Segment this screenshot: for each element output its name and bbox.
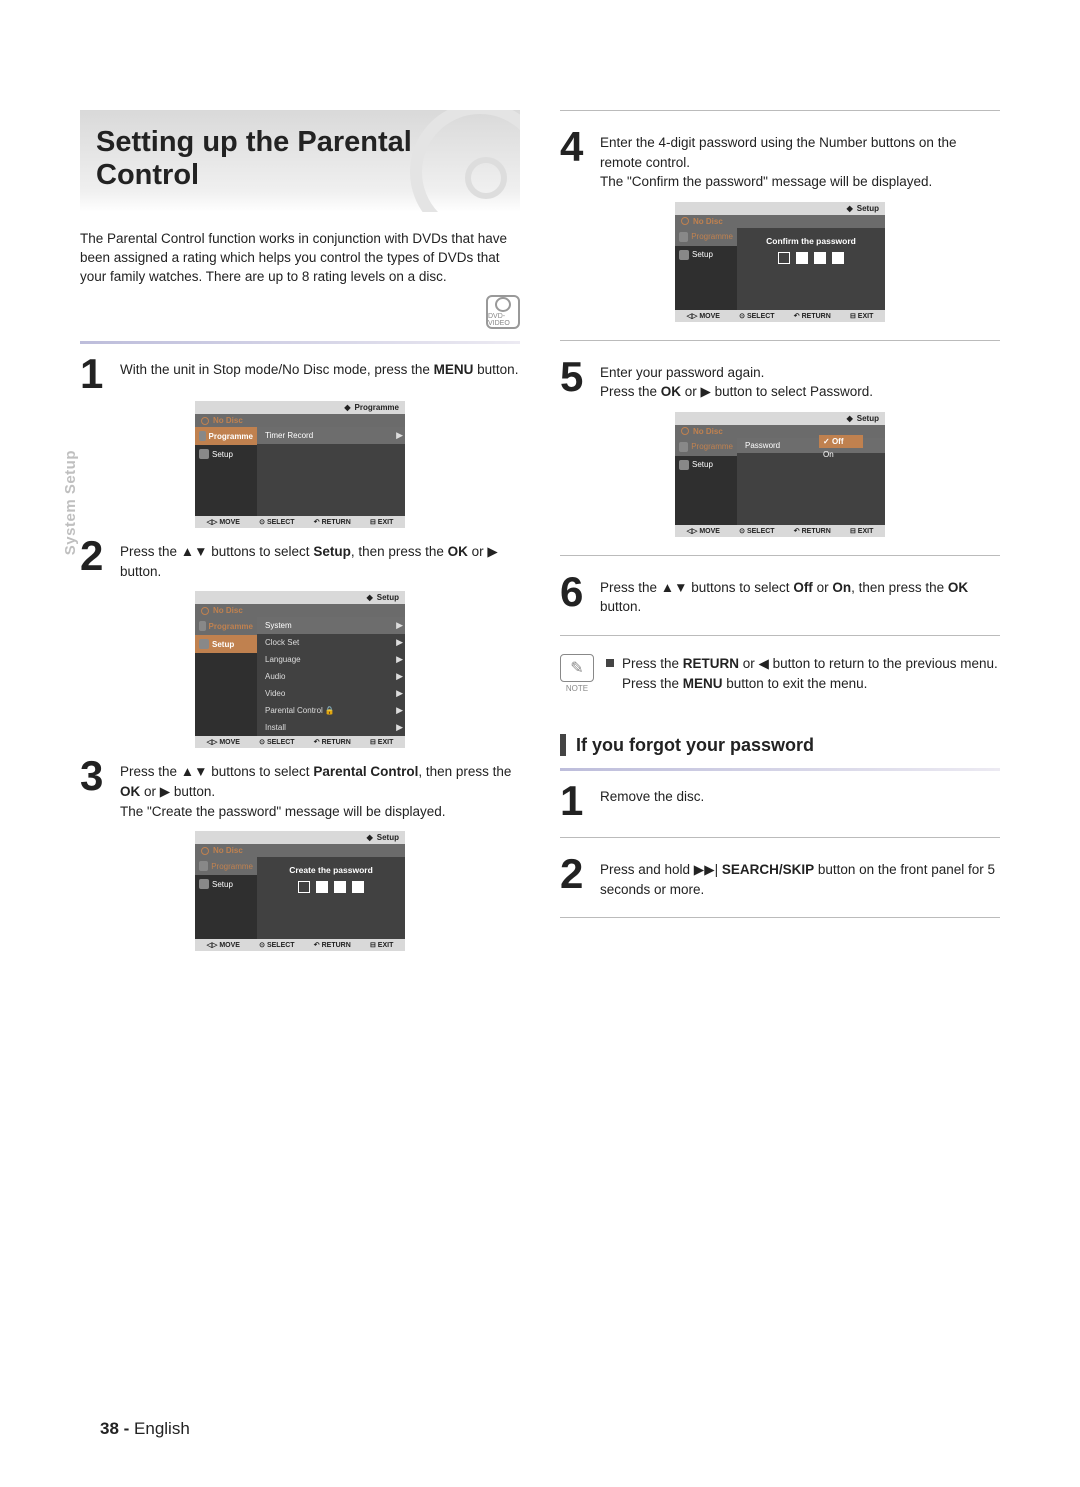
divider: [560, 635, 1000, 636]
two-column-layout: Setting up the Parental Control The Pare…: [80, 110, 1000, 961]
note-icon: ✎: [560, 654, 594, 682]
note-label: NOTE: [560, 684, 594, 693]
osd-list-item: Parental Control🔒▶: [257, 702, 405, 719]
step-body: Enter the 4-digit password using the Num…: [600, 129, 1000, 192]
osd-screenshot-confirm-password: ◆Setup No Disc Programme Setup Confirm t…: [675, 202, 885, 322]
divider: [560, 340, 1000, 341]
step-body: Press the ▲▼ buttons to select Parental …: [120, 758, 520, 821]
right-column: 4 Enter the 4-digit password using the N…: [560, 110, 1000, 961]
divider: [560, 768, 1000, 771]
osd-list-item: Audio▶: [257, 668, 405, 685]
divider: [80, 341, 520, 344]
step-1: 1 With the unit in Stop mode/No Disc mod…: [80, 356, 520, 392]
divider: [560, 110, 1000, 111]
step-number: 2: [560, 856, 590, 892]
forgot-step-1: 1 Remove the disc.: [560, 783, 1000, 819]
step-number: 2: [80, 538, 110, 574]
note-block: ✎ NOTE Press the RETURN or ◀ button to r…: [560, 654, 1000, 695]
left-column: Setting up the Parental Control The Pare…: [80, 110, 520, 961]
step-number: 5: [560, 359, 590, 395]
osd-list-item: Language▶: [257, 651, 405, 668]
step-3: 3 Press the ▲▼ buttons to select Parenta…: [80, 758, 520, 821]
step-2: 2 Press the ▲▼ buttons to select Setup, …: [80, 538, 520, 581]
osd-screenshot-programme: ◆Programme No Disc Programme Setup Timer…: [195, 401, 405, 528]
osd-list-item: Video▶: [257, 685, 405, 702]
disc-decoration: [410, 110, 520, 212]
page-footer: 38 - English: [100, 1419, 190, 1439]
osd-screenshot-create-password: ◆Setup No Disc Programme Setup Create th…: [195, 831, 405, 951]
step-body: With the unit in Stop mode/No Disc mode,…: [120, 356, 518, 380]
intro-text: The Parental Control function works in c…: [80, 230, 520, 287]
step-body: Enter your password again. Press the OK …: [600, 359, 873, 402]
step-6: 6 Press the ▲▼ buttons to select Off or …: [560, 574, 1000, 617]
dvd-video-badge: DVD-VIDEO: [486, 295, 520, 329]
osd-list-item: Install▶: [257, 719, 405, 736]
step-body: Remove the disc.: [600, 783, 704, 807]
step-body: Press the ▲▼ buttons to select Setup, th…: [120, 538, 520, 581]
osd-list-item: System▶: [257, 617, 405, 634]
title-block: Setting up the Parental Control: [80, 110, 520, 212]
divider: [560, 837, 1000, 838]
step-body: Press the ▲▼ buttons to select Off or On…: [600, 574, 1000, 617]
divider: [560, 917, 1000, 918]
step-body: Press and hold ▶▶| SEARCH/SKIP button on…: [600, 856, 1000, 899]
step-number: 6: [560, 574, 590, 610]
section-tab: System Setup: [62, 450, 79, 555]
step-number: 1: [80, 356, 110, 392]
forgot-step-2: 2 Press and hold ▶▶| SEARCH/SKIP button …: [560, 856, 1000, 899]
osd-list-item: Clock Set▶: [257, 634, 405, 651]
step-number: 1: [560, 783, 590, 819]
step-4: 4 Enter the 4-digit password using the N…: [560, 129, 1000, 192]
step-number: 4: [560, 129, 590, 165]
osd-screenshot-setup-list: ◆Setup No Disc Programme Setup System▶Cl…: [195, 591, 405, 748]
forgot-password-heading: If you forgot your password: [560, 734, 1000, 756]
step-number: 3: [80, 758, 110, 794]
osd-screenshot-password-options: ◆Setup No Disc Programme Setup Password …: [675, 412, 885, 537]
step-5: 5 Enter your password again. Press the O…: [560, 359, 1000, 402]
divider: [560, 555, 1000, 556]
